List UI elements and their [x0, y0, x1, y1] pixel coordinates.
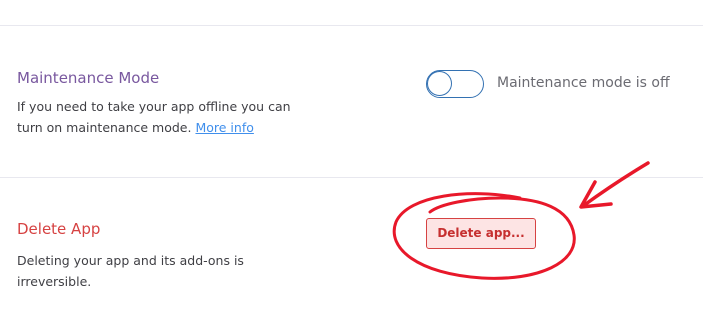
- arrow-shaft: [581, 161, 650, 208]
- top-divider: [0, 25, 703, 26]
- toggle-knob: [427, 71, 452, 96]
- delete-app-description: Deleting your app and its add-ons is irr…: [17, 253, 244, 289]
- arrow-head: [579, 180, 613, 209]
- delete-app-button[interactable]: Delete app...: [426, 218, 536, 249]
- more-info-link[interactable]: More info: [195, 120, 253, 135]
- maintenance-mode-description: If you need to take your app offline you…: [17, 96, 292, 138]
- maintenance-mode-title: Maintenance Mode: [17, 69, 160, 87]
- maintenance-mode-toggle[interactable]: [426, 70, 484, 98]
- delete-app-title: Delete App: [17, 220, 101, 238]
- hand-drawn-arrow: [579, 161, 650, 209]
- maintenance-mode-status: Maintenance mode is off: [497, 75, 670, 91]
- section-divider: [0, 177, 703, 178]
